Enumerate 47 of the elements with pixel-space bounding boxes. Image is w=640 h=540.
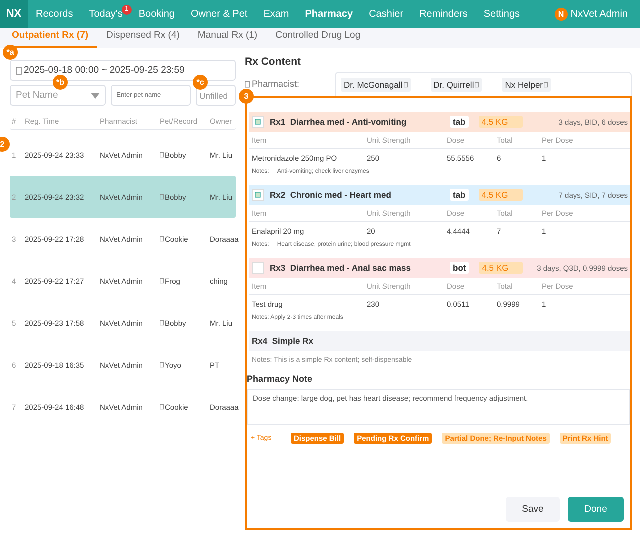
check-icon <box>255 192 261 198</box>
pet-name-select[interactable]: Pet Name <box>10 85 106 106</box>
weight-tag: 4.5 KG <box>478 116 523 128</box>
nav-item[interactable]: Pharmacy <box>305 8 354 20</box>
tab[interactable]: Manual Rx (1) <box>194 28 266 48</box>
checkbox[interactable] <box>252 189 264 201</box>
annotation-marker: *c <box>193 75 208 90</box>
pharmacist-field[interactable]: Dr. McGonagall Dr. Quirrell Nx Helper <box>335 72 632 96</box>
annotation-marker: *b <box>53 75 68 90</box>
done-button[interactable]: Done <box>568 497 624 522</box>
nav-item[interactable]: Booking <box>138 8 175 20</box>
weight-tag: 4.5 KG <box>479 262 524 274</box>
dosage-form-tag: bot <box>450 262 470 274</box>
rx-title: Rx1 Diarrhea med - Anti-vomiting <box>270 117 408 127</box>
nav-item[interactable]: Today's <box>89 8 123 20</box>
weight-tag: 4.5 KG <box>478 189 523 201</box>
checkbox[interactable] <box>252 262 264 274</box>
annotation-marker: *a <box>3 45 18 60</box>
pharmacist-label: Pharmacist: <box>245 79 335 89</box>
pharmacist-chip[interactable]: Dr. Quirrell <box>430 78 482 92</box>
user-name[interactable]: NxVet Admin <box>570 8 628 20</box>
dropdown-icon <box>90 92 100 98</box>
user-avatar[interactable]: N <box>554 8 568 20</box>
check-icon <box>255 119 261 125</box>
annotation-marker: 2 <box>0 137 10 152</box>
nav-item[interactable]: Owner & Pet <box>190 8 248 20</box>
save-button[interactable]: Save <box>506 497 560 522</box>
app-logo[interactable]: NX <box>0 0 28 28</box>
nav-item[interactable]: Settings <box>484 8 520 20</box>
pharmacist-chip[interactable]: Dr. McGonagall <box>341 78 411 92</box>
rx-title: Rx2 Chronic med - Heart med <box>270 190 392 200</box>
nav-item[interactable]: Reminders <box>420 8 468 20</box>
nav-item[interactable]: Records <box>36 8 74 20</box>
rx-title: Rx3 Diarrhea med - Anal sac mass <box>270 263 412 273</box>
tab[interactable]: Controlled Drug Log <box>272 28 369 48</box>
annotation-marker: 3 <box>239 89 254 104</box>
nav-item[interactable]: Exam <box>264 8 290 20</box>
nav-item[interactable]: Cashier <box>369 8 404 20</box>
section-title: Rx Content <box>245 56 302 68</box>
tab[interactable]: Dispensed Rx (4) <box>102 28 188 48</box>
checkbox[interactable] <box>252 116 264 128</box>
dosage-form-tag: tab <box>450 189 469 201</box>
rx-title: Rx4 Simple Rx <box>252 336 314 346</box>
pharmacist-chip[interactable]: Nx Helper <box>502 78 552 92</box>
status-select[interactable]: Unfilled <box>196 85 236 106</box>
dosage-form-tag: tab <box>450 116 469 128</box>
section-title: Pharmacy Note <box>247 374 314 384</box>
